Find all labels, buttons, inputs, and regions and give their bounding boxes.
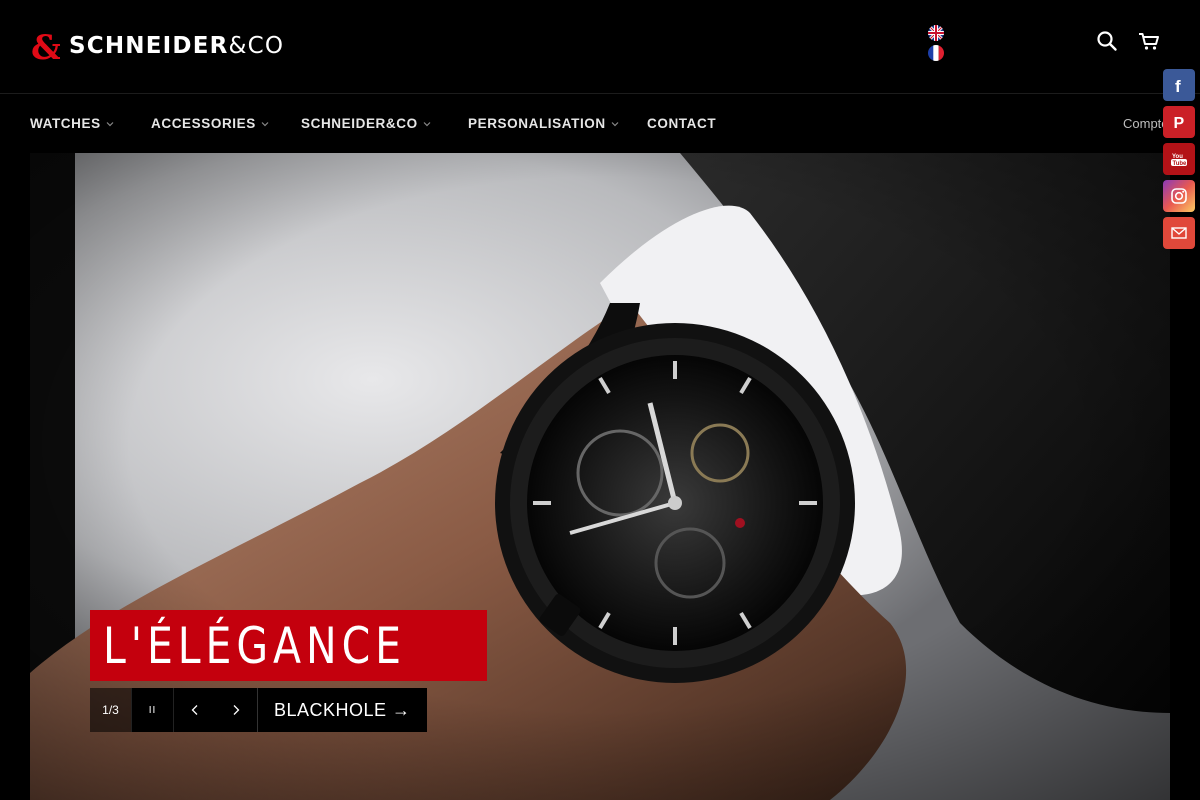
next-slide-button[interactable] xyxy=(215,688,257,732)
account-link[interactable]: Compte xyxy=(1123,116,1163,131)
instagram-icon xyxy=(1171,188,1187,204)
cart-icon[interactable] xyxy=(1138,30,1160,52)
svg-text:f: f xyxy=(1175,77,1181,94)
nav-item-accessories[interactable]: ACCESSORIES xyxy=(151,116,269,131)
nav-item-contact[interactable]: CONTACT xyxy=(647,116,716,131)
pinterest-icon: P xyxy=(1174,115,1185,131)
social-sidebar: f P You Tube xyxy=(1163,69,1195,254)
youtube-icon: You Tube xyxy=(1171,154,1188,167)
brand-name: SCHNEIDER&CO xyxy=(69,33,285,59)
slideshow-controls: 1/3 II BLACKHOLE → xyxy=(90,688,427,732)
svg-text:P: P xyxy=(1174,115,1185,131)
nav-item-personalisation[interactable]: PERSONALISATION xyxy=(468,116,619,131)
chevron-down-icon xyxy=(106,121,114,126)
uk-flag-icon[interactable] xyxy=(928,25,944,41)
nav-item-label: PERSONALISATION xyxy=(468,116,606,131)
youtube-button[interactable]: You Tube xyxy=(1163,143,1195,175)
previous-slide-button[interactable] xyxy=(173,688,215,732)
nav-item-schneider[interactable]: SCHNEIDER&CO xyxy=(301,116,431,131)
email-button[interactable] xyxy=(1163,217,1195,249)
facebook-icon: f xyxy=(1175,77,1181,94)
brand-logo[interactable]: & SCHNEIDER&CO xyxy=(30,28,284,64)
chevron-right-icon xyxy=(233,705,240,715)
chevron-left-icon xyxy=(191,705,197,715)
nav-item-label: CONTACT xyxy=(647,116,717,131)
chevron-down-icon xyxy=(423,121,431,126)
slide-title: L'ÉLÉGANCE xyxy=(90,610,487,681)
pause-button[interactable]: II xyxy=(131,688,173,732)
france-flag-icon[interactable] xyxy=(928,45,944,61)
main-navigation: WATCHES ACCESSORIES SCHNEIDER&CO PERSONA… xyxy=(0,94,1200,153)
ampersand-logo-icon: & xyxy=(31,29,60,63)
chevron-down-icon xyxy=(261,121,269,126)
language-switcher xyxy=(928,25,946,65)
facebook-button[interactable]: f xyxy=(1163,69,1195,101)
nav-item-label: ACCESSORIES xyxy=(151,116,256,131)
slide-counter: 1/3 xyxy=(90,688,131,732)
chevron-down-icon xyxy=(611,121,619,126)
svg-text:Tube: Tube xyxy=(1173,161,1188,167)
slide-title-text: L'ÉLÉGANCE xyxy=(103,616,406,675)
site-header: & SCHNEIDER&CO xyxy=(0,0,1200,94)
nav-item-label: WATCHES xyxy=(30,116,101,131)
pinterest-button[interactable]: P xyxy=(1163,106,1195,138)
email-icon xyxy=(1171,227,1187,239)
slide-cta-link[interactable]: BLACKHOLE → xyxy=(257,688,427,732)
instagram-button[interactable] xyxy=(1163,180,1195,212)
nav-item-watches[interactable]: WATCHES xyxy=(30,116,114,131)
search-icon[interactable] xyxy=(1096,30,1118,52)
svg-text:&: & xyxy=(31,29,60,63)
hero-left-margin xyxy=(0,153,30,800)
nav-item-label: SCHNEIDER&CO xyxy=(301,116,418,131)
